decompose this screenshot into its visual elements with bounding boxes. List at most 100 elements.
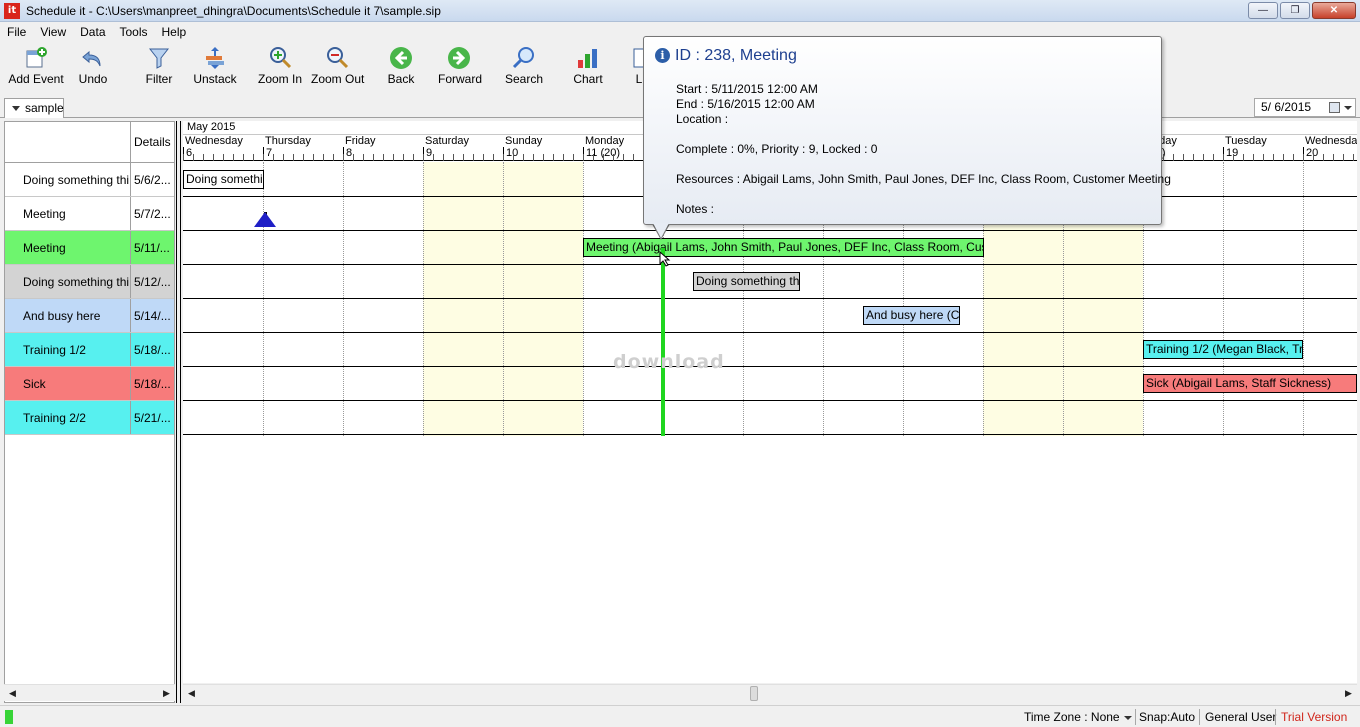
watermark: download bbox=[613, 351, 725, 373]
title-bar: it Schedule it - C:\Users\manpreet_dhing… bbox=[0, 0, 1360, 22]
list-item[interactable]: Training 1/2 5/18/... bbox=[5, 333, 174, 367]
status-divider bbox=[1275, 709, 1276, 725]
info-icon: i bbox=[655, 48, 670, 63]
list-item[interactable]: Doing something thi... 5/12/... bbox=[5, 265, 174, 299]
trial-version-label: Trial Version bbox=[1281, 710, 1348, 724]
event-bar[interactable]: Doing something bbox=[183, 170, 264, 189]
app-icon: it bbox=[4, 2, 20, 19]
scroll-right-icon[interactable]: ▶ bbox=[158, 685, 175, 702]
zoom-in-button[interactable]: Zoom In bbox=[258, 42, 302, 92]
panel-splitter[interactable] bbox=[175, 121, 183, 703]
event-bar[interactable]: Sick (Abigail Lams, Staff Sickness) bbox=[1143, 374, 1357, 393]
list-item[interactable]: And busy here 5/14/... bbox=[5, 299, 174, 333]
search-button[interactable]: Search bbox=[505, 42, 543, 92]
zoom-out-icon bbox=[327, 47, 349, 69]
scroll-left-icon[interactable]: ◀ bbox=[183, 685, 200, 702]
tooltip-title: ID : 238, Meeting bbox=[675, 47, 797, 64]
list-item[interactable]: Meeting 5/7/2... bbox=[5, 197, 174, 231]
day-gridline bbox=[263, 162, 264, 436]
window-title: Schedule it - C:\Users\manpreet_dhingra\… bbox=[26, 3, 441, 18]
calendar-icon[interactable] bbox=[1329, 102, 1340, 113]
chevron-down-icon[interactable] bbox=[1344, 106, 1352, 110]
chart-icon bbox=[578, 49, 597, 68]
undo-button[interactable]: Undo bbox=[76, 42, 110, 92]
filter-icon bbox=[148, 48, 170, 69]
tooltip-location: Location : bbox=[676, 112, 729, 126]
back-button[interactable]: Back bbox=[386, 42, 416, 92]
day-gridline bbox=[583, 162, 584, 436]
add-event-button[interactable]: Add Event bbox=[8, 42, 64, 92]
date-picker[interactable]: 5/ 6/2015 bbox=[1254, 98, 1356, 117]
day-gridline bbox=[1303, 162, 1304, 436]
forward-arrow-icon bbox=[448, 47, 470, 69]
unstack-icon bbox=[206, 47, 224, 69]
status-divider bbox=[1199, 709, 1200, 725]
event-bar[interactable]: Meeting (Abigail Lams, John Smith, Paul … bbox=[583, 238, 984, 257]
row-divider bbox=[183, 332, 1357, 333]
scroll-right-icon[interactable]: ▶ bbox=[1340, 685, 1357, 702]
event-bar[interactable]: Training 1/2 (Megan Black, Training) bbox=[1143, 340, 1303, 359]
menu-data[interactable]: Data bbox=[73, 25, 112, 39]
add-event-icon bbox=[26, 47, 47, 68]
grid-horizontal-scrollbar[interactable]: ◀ ▶ bbox=[183, 684, 1357, 701]
menu-help[interactable]: Help bbox=[155, 25, 194, 39]
tooltip-start: Start : 5/11/2015 12:00 AM bbox=[676, 82, 818, 96]
unstack-button[interactable]: Unstack bbox=[193, 42, 237, 92]
menu-tools[interactable]: Tools bbox=[113, 25, 155, 39]
filter-button[interactable]: Filter bbox=[143, 42, 175, 92]
row-divider bbox=[183, 264, 1357, 265]
date-value: 5/ 6/2015 bbox=[1261, 100, 1312, 114]
forward-button[interactable]: Forward bbox=[438, 42, 482, 92]
back-arrow-icon bbox=[390, 47, 412, 69]
tooltip-notes: Notes : bbox=[676, 202, 715, 216]
status-divider bbox=[1135, 709, 1136, 725]
day-gridline bbox=[423, 162, 424, 436]
search-icon bbox=[512, 47, 534, 69]
mouse-cursor-icon bbox=[659, 251, 671, 267]
event-list-header: Details bbox=[5, 122, 174, 163]
event-bar[interactable]: And busy here (Customer) bbox=[863, 306, 960, 325]
status-bar: Time Zone : None Snap:Auto General User … bbox=[0, 705, 1360, 727]
row-divider bbox=[183, 298, 1357, 299]
close-button[interactable]: ✕ bbox=[1312, 2, 1356, 19]
scroll-left-icon[interactable]: ◀ bbox=[4, 685, 21, 702]
tab-dropdown-icon[interactable] bbox=[12, 106, 20, 111]
window-controls: — ❐ ✕ bbox=[1248, 2, 1356, 19]
status-indicator bbox=[5, 710, 13, 724]
row-divider bbox=[183, 400, 1357, 401]
row-divider bbox=[183, 434, 1357, 435]
list-item[interactable]: Meeting 5/11/... bbox=[5, 231, 174, 265]
day-gridline bbox=[503, 162, 504, 436]
list-item[interactable]: Doing something thi... 5/6/2... bbox=[5, 163, 174, 197]
menu-view[interactable]: View bbox=[33, 25, 73, 39]
chevron-down-icon[interactable] bbox=[1124, 716, 1132, 720]
time-zone-selector[interactable]: Time Zone : None bbox=[1024, 710, 1120, 724]
milestone-marker[interactable] bbox=[254, 212, 276, 227]
list-item[interactable]: Sick 5/18/... bbox=[5, 367, 174, 401]
event-list-panel: Details Doing something thi... 5/6/2... M… bbox=[4, 121, 175, 703]
tab-label: sample bbox=[25, 101, 64, 115]
event-bar[interactable]: Doing something this day bbox=[693, 272, 800, 291]
day-gridline bbox=[1223, 162, 1224, 436]
current-time-line bbox=[661, 248, 665, 436]
row-divider bbox=[183, 366, 1357, 367]
tooltip-complete: Complete : 0%, Priority : 9, Locked : 0 bbox=[676, 142, 878, 156]
left-horizontal-scrollbar[interactable]: ◀ ▶ bbox=[4, 684, 175, 701]
details-column-header[interactable]: Details bbox=[130, 122, 174, 162]
minimize-button[interactable]: — bbox=[1248, 2, 1278, 19]
zoom-in-icon bbox=[270, 47, 292, 69]
tooltip-pointer-fill bbox=[653, 223, 669, 238]
scrollbar-thumb[interactable] bbox=[750, 686, 758, 701]
zoom-out-button[interactable]: Zoom Out bbox=[311, 42, 364, 92]
menu-file[interactable]: File bbox=[0, 25, 33, 39]
tooltip-resources: Resources : Abigail Lams, John Smith, Pa… bbox=[676, 172, 1171, 186]
row-divider bbox=[183, 230, 1357, 231]
tab-sample[interactable]: sample bbox=[4, 98, 64, 118]
chart-button[interactable]: Chart bbox=[573, 42, 603, 92]
user-role: General User bbox=[1205, 710, 1277, 724]
tooltip-end: End : 5/16/2015 12:00 AM bbox=[676, 97, 815, 111]
snap-mode[interactable]: Snap:Auto bbox=[1139, 710, 1195, 724]
event-tooltip: i ID : 238, Meeting Start : 5/11/2015 12… bbox=[643, 36, 1171, 225]
list-item[interactable]: Training 2/2 5/21/... bbox=[5, 401, 174, 435]
maximize-button[interactable]: ❐ bbox=[1280, 2, 1310, 19]
